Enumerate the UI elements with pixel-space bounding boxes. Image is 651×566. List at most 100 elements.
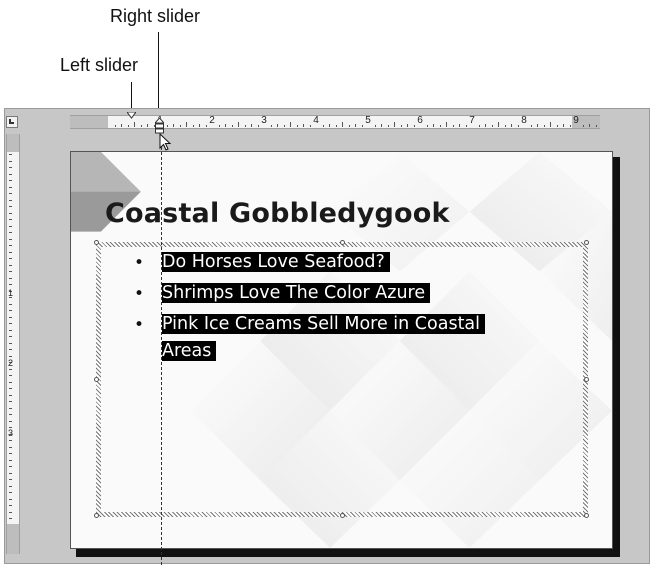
ruler-tick <box>9 446 12 448</box>
ruler-number: 8 <box>521 115 527 126</box>
ruler-number: 5 <box>365 115 371 126</box>
ruler-tick <box>270 125 272 127</box>
slide-title[interactable]: Coastal Gobbledygook <box>105 198 450 229</box>
ruler-tick <box>433 124 434 127</box>
ruler-tick <box>9 238 12 240</box>
ruler-tick <box>381 124 382 127</box>
ruler-tick <box>140 125 142 127</box>
ruler-tick <box>556 125 558 127</box>
ruler-tick <box>491 125 493 127</box>
ruler-tick <box>9 199 12 201</box>
ruler-tick <box>9 264 12 266</box>
ruler-tick <box>439 125 441 127</box>
ruler-tick <box>9 206 12 207</box>
ruler-tick <box>9 258 12 259</box>
ruler-tick <box>127 125 129 127</box>
ruler-tick <box>9 349 12 350</box>
ruler-tick <box>355 124 356 127</box>
ruler-tick <box>537 124 538 127</box>
bullet-text[interactable]: Do Horses Love Seafood? <box>162 249 390 276</box>
resize-handle-bottom-left[interactable] <box>94 513 99 518</box>
ruler-tick <box>569 125 571 127</box>
bullet-marker: • <box>134 284 145 304</box>
ruler-tick <box>9 498 12 500</box>
ruler-tick <box>9 219 12 220</box>
ruler-number: 3 <box>261 115 267 126</box>
tab-stop-icon[interactable] <box>6 116 18 128</box>
ruler-tick <box>251 124 252 127</box>
ruler-tick <box>9 466 12 467</box>
ruler-tick <box>225 124 226 127</box>
ruler-tick <box>387 125 389 127</box>
ruler-tick <box>582 125 584 127</box>
ruler-tick <box>9 232 12 233</box>
resize-handle-left[interactable] <box>94 377 99 382</box>
ruler-tick <box>322 125 324 127</box>
bullet-marker: • <box>134 315 145 335</box>
ruler-tick <box>9 401 12 402</box>
ruler-tick <box>283 125 285 127</box>
ruler-tick <box>9 368 12 370</box>
resize-handle-top-right[interactable] <box>584 240 589 245</box>
ruler-tick <box>303 124 304 127</box>
resize-handle-bottom[interactable] <box>340 513 345 518</box>
ruler-number: 2 <box>8 358 14 369</box>
ruler-tick <box>394 122 395 127</box>
resize-handle-top-left[interactable] <box>94 240 99 245</box>
slide[interactable]: Coastal Gobbledygook • Do Horses Love Se… <box>70 151 613 549</box>
bullet-text[interactable]: Shrimps Love The Color Azure <box>162 280 431 307</box>
left-indent-marker-icon[interactable] <box>127 112 136 119</box>
ruler-tick <box>9 251 12 253</box>
ruler-tick <box>9 518 12 519</box>
ruler-tick <box>309 125 311 127</box>
ruler-tick <box>173 124 174 127</box>
resize-handle-bottom-right[interactable] <box>584 513 589 518</box>
ruler-tick <box>335 125 337 127</box>
ruler-tick <box>563 124 564 127</box>
ruler-tick <box>9 173 12 175</box>
resize-handle-right[interactable] <box>584 377 589 382</box>
ruler-tick <box>426 125 428 127</box>
ruler-tick <box>218 125 220 127</box>
resize-handle-top[interactable] <box>340 240 345 245</box>
ruler-tick <box>9 193 12 194</box>
ruler-tick <box>400 125 402 127</box>
list-item[interactable]: • Shrimps Love The Color Azure <box>107 280 577 311</box>
ruler-tick <box>9 414 12 415</box>
horizontal-ruler[interactable]: 123456789 <box>70 115 600 129</box>
vertical-ruler[interactable]: 1 2 3 <box>6 134 20 554</box>
ruler-tick <box>459 124 460 127</box>
ruler-tick <box>114 125 116 127</box>
ruler-tick <box>192 125 194 127</box>
right-slider-callout: Right slider <box>110 6 201 26</box>
ruler-tick <box>134 122 135 127</box>
ruler-tick <box>205 125 207 127</box>
ruler-tick <box>543 125 545 127</box>
ruler-tick <box>9 329 12 331</box>
ruler-tick <box>342 122 343 127</box>
ruler-tick <box>550 122 551 127</box>
ruler-number: 6 <box>417 115 423 126</box>
ruler-tick <box>238 122 239 127</box>
ruler-tick <box>166 125 168 127</box>
ruler-tick <box>9 407 12 409</box>
ruler-tick <box>9 394 12 396</box>
ruler-tick <box>9 381 12 383</box>
ruler-tick <box>9 271 12 272</box>
ruler-tick <box>199 124 200 127</box>
bullet-text[interactable]: Pink Ice Creams Sell More in Coastal Area… <box>162 311 486 365</box>
ruler-tick <box>9 186 12 188</box>
ruler-tick <box>329 124 330 127</box>
list-item[interactable]: • Pink Ice Creams Sell More in Coastal Ar… <box>107 311 577 371</box>
ruler-tick <box>9 180 12 181</box>
ruler-tick <box>446 122 447 127</box>
ruler-tick <box>361 125 363 127</box>
bullet-list[interactable]: • Do Horses Love Seafood? • Shrimps Love… <box>107 249 577 371</box>
ruler-tick <box>179 125 181 127</box>
ruler-tick <box>9 355 12 357</box>
pointer-cursor-icon <box>159 133 172 151</box>
list-item[interactable]: • Do Horses Love Seafood? <box>107 249 577 280</box>
ruler-tick <box>277 124 278 127</box>
ruler-tick <box>9 375 12 376</box>
ruler-tick <box>485 124 486 127</box>
